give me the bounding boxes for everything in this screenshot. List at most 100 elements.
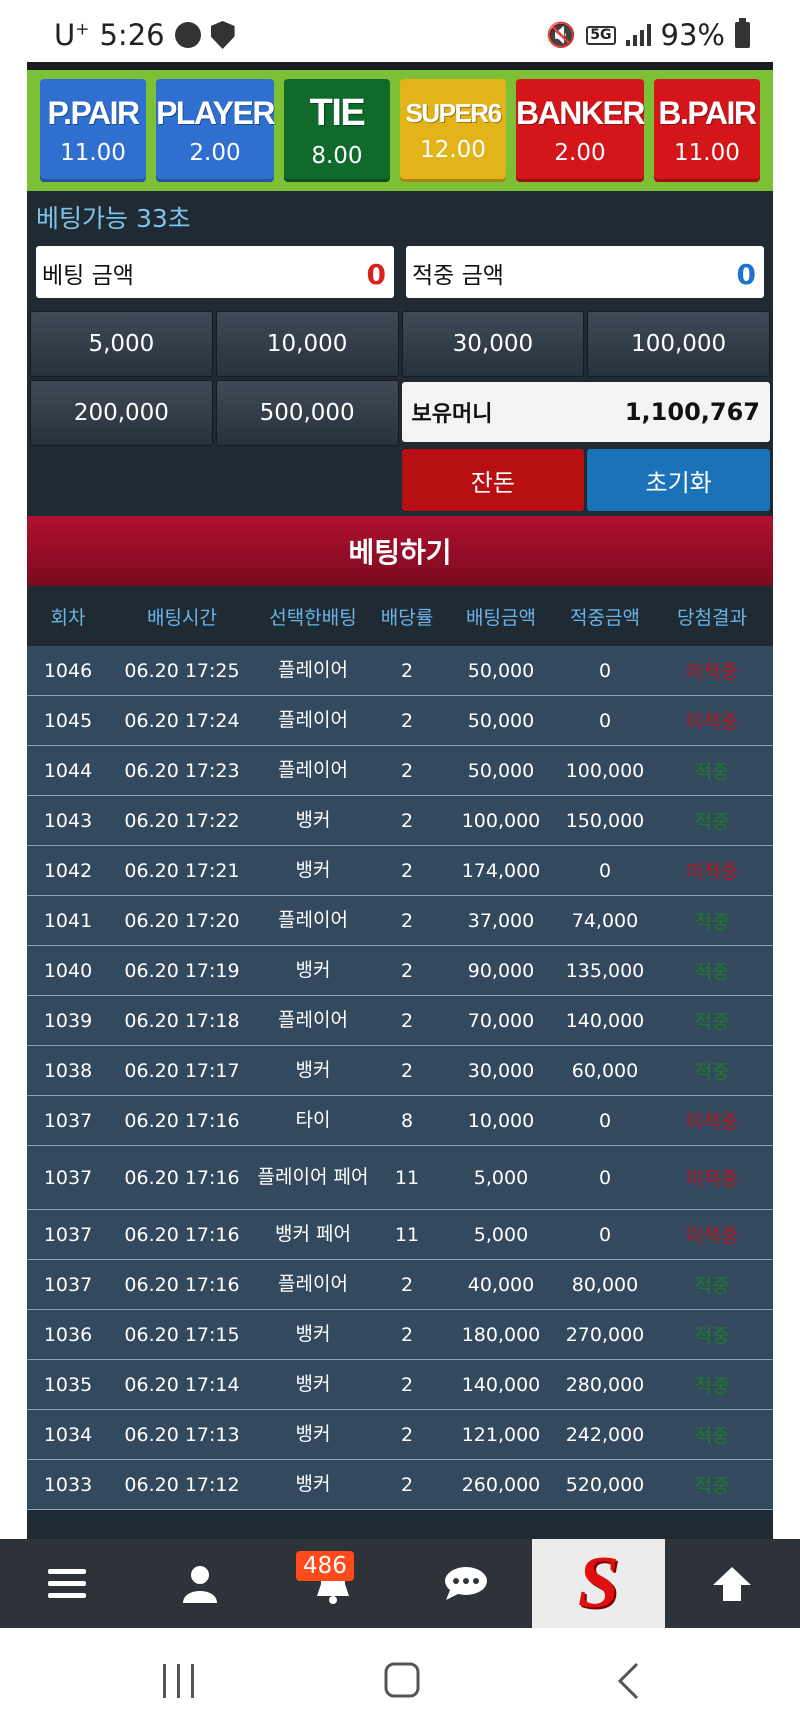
cell-odds: 2	[400, 909, 414, 932]
table-row: 1045 06.20 17:24 플레이어 2 50,000 0 미적중	[27, 696, 773, 746]
cell-win-amount: 74,000	[571, 909, 639, 932]
cell-result: 적중	[694, 1375, 730, 1397]
bet-banker-button[interactable]: BANKER 2.00	[516, 79, 645, 182]
cell-win-amount: 270,000	[565, 1323, 645, 1346]
user-button[interactable]	[133, 1539, 266, 1628]
bet-player-button[interactable]: PLAYER 2.00	[156, 79, 275, 182]
header-result: 당첨결과	[677, 606, 747, 629]
table-row: 1044 06.20 17:23 플레이어 2 50,000 100,000 적중	[27, 746, 773, 796]
cell-win-amount: 150,000	[565, 809, 645, 832]
bet-name: TIE	[309, 92, 366, 134]
bet-tie-button[interactable]: TIE 8.00	[283, 79, 390, 182]
bet-odds: 8.00	[311, 143, 363, 169]
cell-win-amount: 60,000	[571, 1059, 639, 1082]
menu-button[interactable]	[0, 1539, 133, 1628]
bet-banker-pair-button[interactable]: B.PAIR 11.00	[653, 79, 760, 182]
site-logo-button[interactable]: S	[532, 1539, 665, 1628]
chip-10000-button[interactable]: 10,000	[215, 311, 399, 377]
cell-round: 1042	[43, 859, 93, 882]
cell-bet-amount: 50,000	[467, 759, 535, 782]
baccarat-app: P.PAIR 11.00 PLAYER 2.00 TIE 8.00 SUPER6…	[27, 62, 773, 1539]
sports-icon	[174, 22, 201, 48]
cell-result: 미적중	[685, 1111, 739, 1133]
win-amount-value: 0	[736, 258, 756, 291]
cell-win-amount: 100,000	[565, 759, 645, 782]
cell-selection: 플레이어	[278, 1009, 348, 1031]
recent-apps-icon[interactable]	[163, 1664, 194, 1698]
battery-icon	[735, 18, 750, 48]
table-row: 1043 06.20 17:22 뱅커 2 100,000 150,000 적중	[27, 796, 773, 846]
chip-100000-button[interactable]: 100,000	[587, 311, 770, 377]
cell-win-amount: 0	[598, 709, 612, 732]
cell-result: 미적중	[685, 861, 739, 883]
cell-bet-amount: 50,000	[467, 709, 535, 732]
scroll-top-button[interactable]	[665, 1539, 798, 1628]
home-icon[interactable]	[384, 1662, 420, 1698]
cell-selection: 뱅커	[295, 809, 331, 831]
cell-selection: 뱅커	[295, 1373, 331, 1395]
notification-button[interactable]: 486	[266, 1539, 399, 1628]
chat-button[interactable]	[399, 1539, 532, 1628]
bet-player-pair-button[interactable]: P.PAIR 11.00	[40, 79, 147, 182]
bet-options: P.PAIR 11.00 PLAYER 2.00 TIE 8.00 SUPER6…	[27, 70, 773, 191]
cell-result: 적중	[694, 1325, 730, 1347]
cell-result: 미적중	[685, 661, 739, 683]
cell-bet-amount: 10,000	[467, 1109, 535, 1132]
table-row: 1033 06.20 17:12 뱅커 2 260,000 520,000 적중	[27, 1460, 773, 1510]
cell-result: 적중	[694, 961, 730, 983]
cell-bet-time: 06.20 17:20	[124, 909, 240, 932]
place-bet-button[interactable]: 베팅하기	[27, 516, 773, 586]
cell-odds: 2	[400, 659, 414, 682]
signal-icon	[625, 24, 651, 46]
cell-result: 적중	[694, 761, 730, 783]
chip-30000-button[interactable]: 30,000	[401, 311, 585, 377]
cell-bet-amount: 100,000	[461, 809, 541, 832]
bet-amount-field: 베팅 금액 0	[36, 246, 394, 298]
cell-bet-amount: 5,000	[473, 1223, 529, 1246]
user-icon	[182, 1565, 217, 1603]
cell-bet-amount: 260,000	[461, 1473, 541, 1496]
cell-win-amount: 242,000	[565, 1423, 645, 1446]
cell-round: 1037	[43, 1273, 93, 1296]
cell-win-amount: 135,000	[565, 959, 645, 982]
bet-odds: 2.00	[554, 140, 606, 166]
android-nav-bar	[0, 1628, 800, 1734]
table-row: 1037 06.20 17:16 뱅커 페어 11 5,000 0 미적중	[27, 1210, 773, 1260]
chip-200000-button[interactable]: 200,000	[30, 380, 213, 446]
cell-bet-time: 06.20 17:14	[124, 1373, 240, 1396]
table-row: 1041 06.20 17:20 플레이어 2 37,000 74,000 적중	[27, 896, 773, 946]
cell-selection: 플레이어	[278, 709, 348, 731]
arrow-up-icon	[712, 1566, 751, 1601]
cell-round: 1041	[43, 909, 93, 932]
cell-win-amount: 140,000	[565, 1009, 645, 1032]
cell-bet-time: 06.20 17:21	[124, 859, 240, 882]
cell-bet-time: 06.20 17:16	[124, 1273, 240, 1296]
cell-selection: 뱅커	[295, 1323, 331, 1345]
cell-selection: 플레이어 페어	[257, 1166, 369, 1188]
cell-result: 적중	[694, 1061, 730, 1083]
cell-odds: 11	[394, 1166, 420, 1189]
reset-button[interactable]: 초기화	[587, 449, 770, 511]
table-row: 1038 06.20 17:17 뱅커 2 30,000 60,000 적중	[27, 1046, 773, 1096]
cell-selection: 뱅커	[295, 1423, 331, 1445]
back-icon[interactable]	[617, 1662, 639, 1700]
cell-round: 1034	[43, 1423, 93, 1446]
bet-super6-button[interactable]: SUPER6 12.00	[399, 79, 507, 182]
cell-win-amount: 520,000	[565, 1473, 645, 1496]
win-amount-field: 적중 금액 0	[406, 246, 764, 298]
cell-bet-time: 06.20 17:13	[124, 1423, 240, 1446]
bet-odds: 11.00	[60, 140, 126, 166]
cell-bet-time: 06.20 17:17	[124, 1059, 240, 1082]
cell-bet-time: 06.20 17:19	[124, 959, 240, 982]
cell-bet-time: 06.20 17:24	[124, 709, 240, 732]
cell-bet-time: 06.20 17:16	[124, 1166, 240, 1189]
cell-bet-amount: 121,000	[461, 1423, 541, 1446]
chip-5000-button[interactable]: 5,000	[30, 311, 213, 377]
bottom-nav: 486 S	[0, 1539, 800, 1628]
cell-round: 1037	[43, 1109, 93, 1132]
battery-percent: 93%	[660, 18, 725, 52]
change-button[interactable]: 잔돈	[401, 449, 585, 511]
chip-500000-button[interactable]: 500,000	[215, 380, 399, 446]
menu-icon	[47, 1568, 86, 1598]
bet-name: PLAYER	[156, 95, 275, 131]
